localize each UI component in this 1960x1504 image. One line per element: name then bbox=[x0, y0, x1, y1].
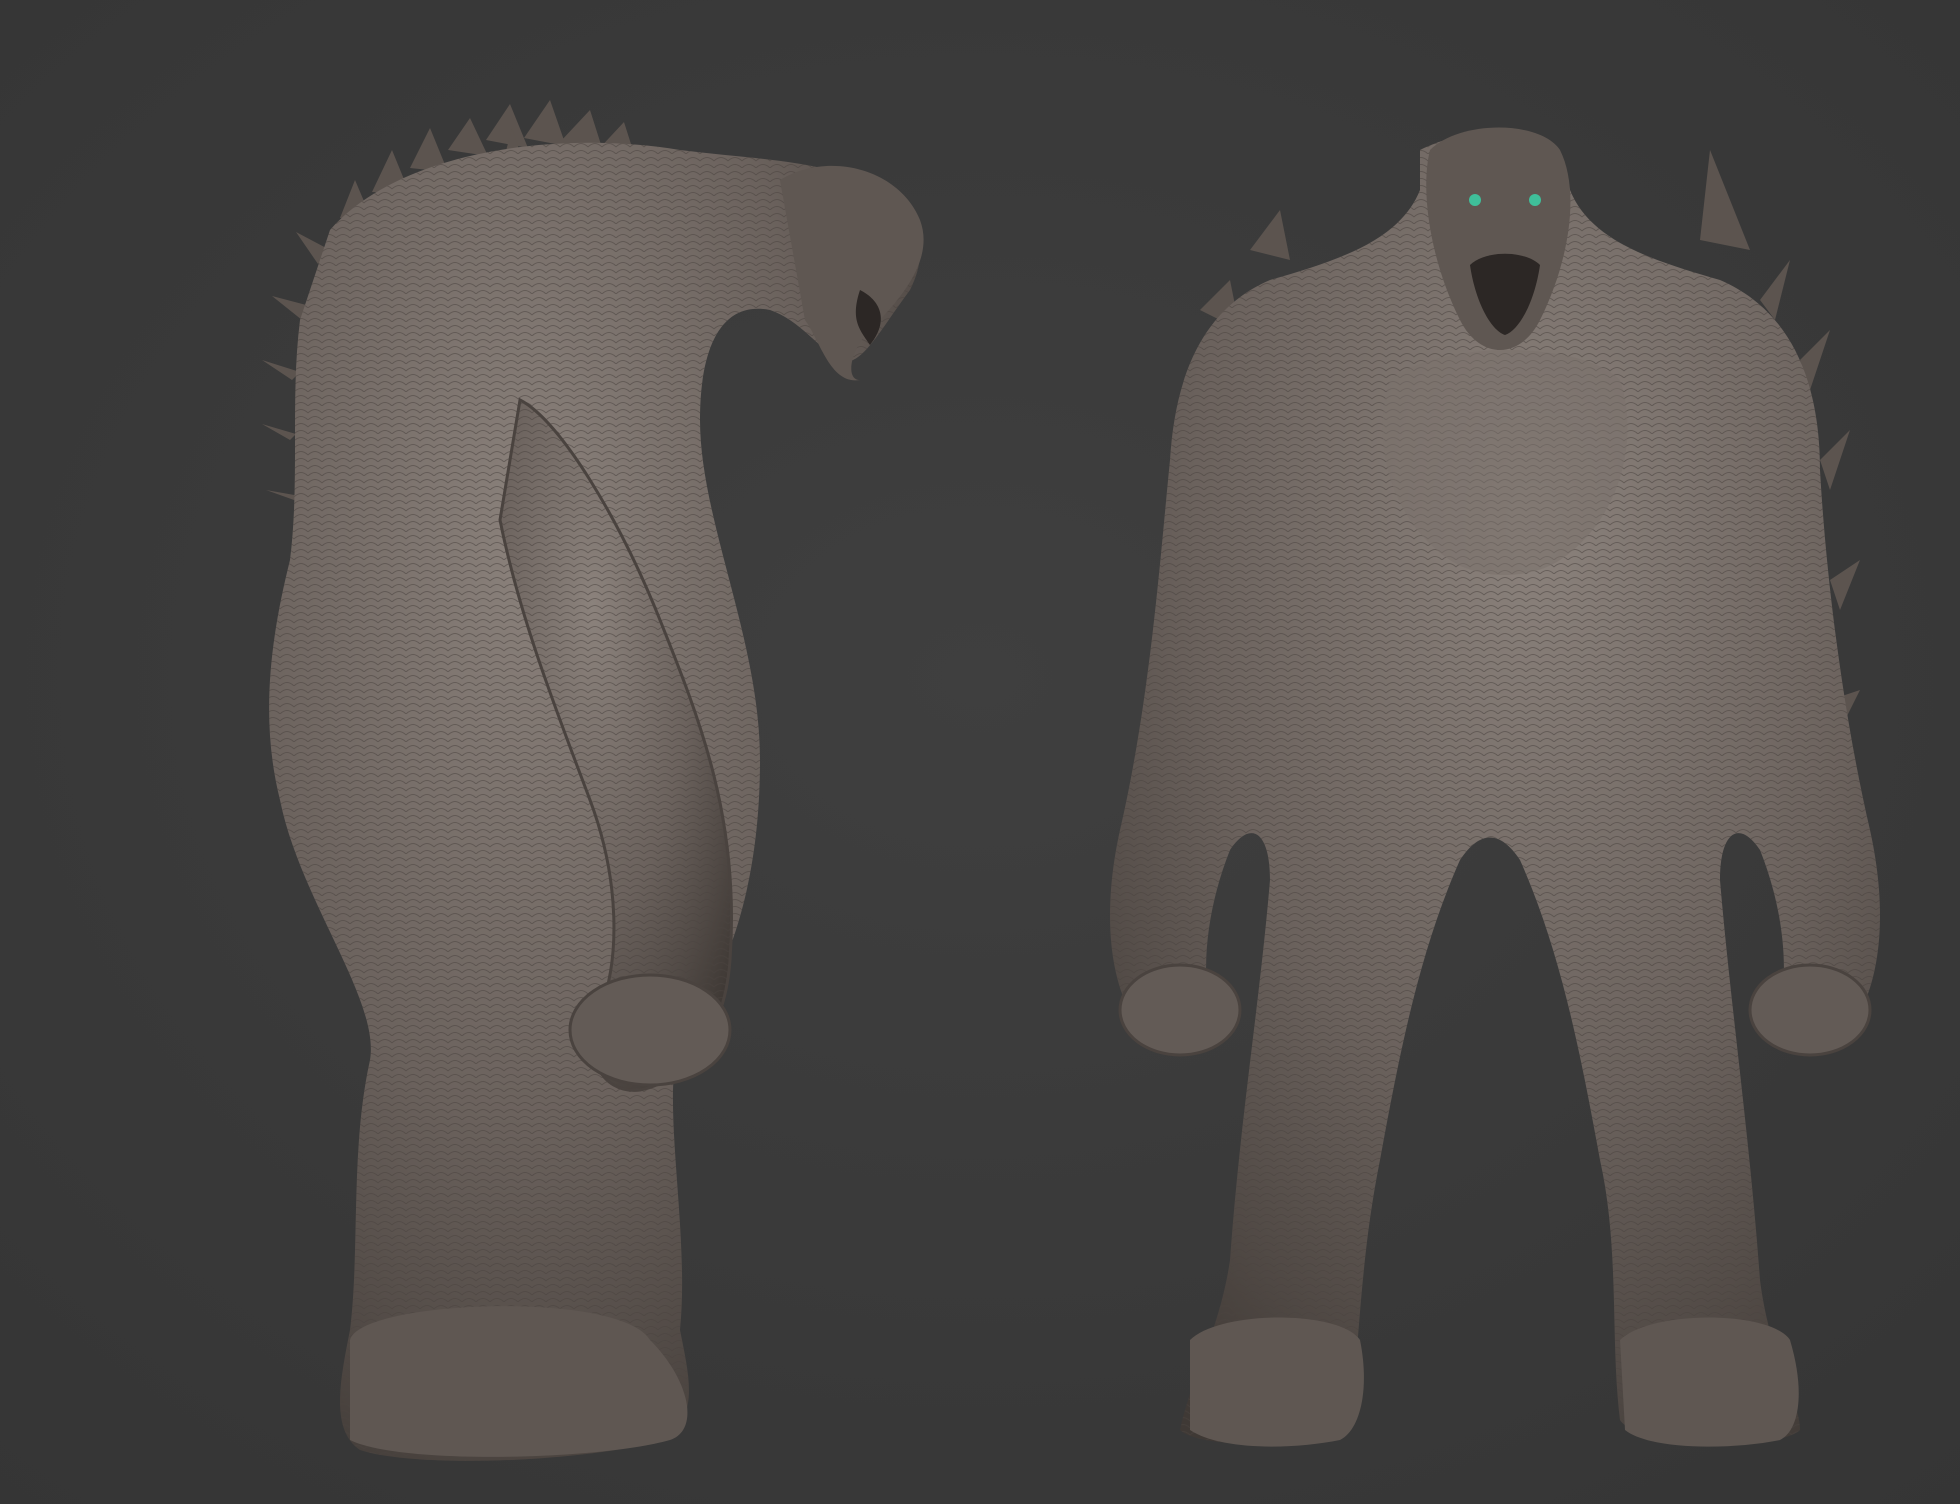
front-right-foot bbox=[1620, 1317, 1799, 1447]
left-eye bbox=[1469, 194, 1481, 206]
render-viewport bbox=[0, 0, 1960, 1504]
front-left-hand bbox=[1118, 963, 1242, 1057]
right-eye bbox=[1529, 194, 1541, 206]
front-view-creature bbox=[1110, 127, 1880, 1447]
front-right-hand bbox=[1748, 963, 1872, 1057]
front-left-foot bbox=[1190, 1317, 1364, 1447]
